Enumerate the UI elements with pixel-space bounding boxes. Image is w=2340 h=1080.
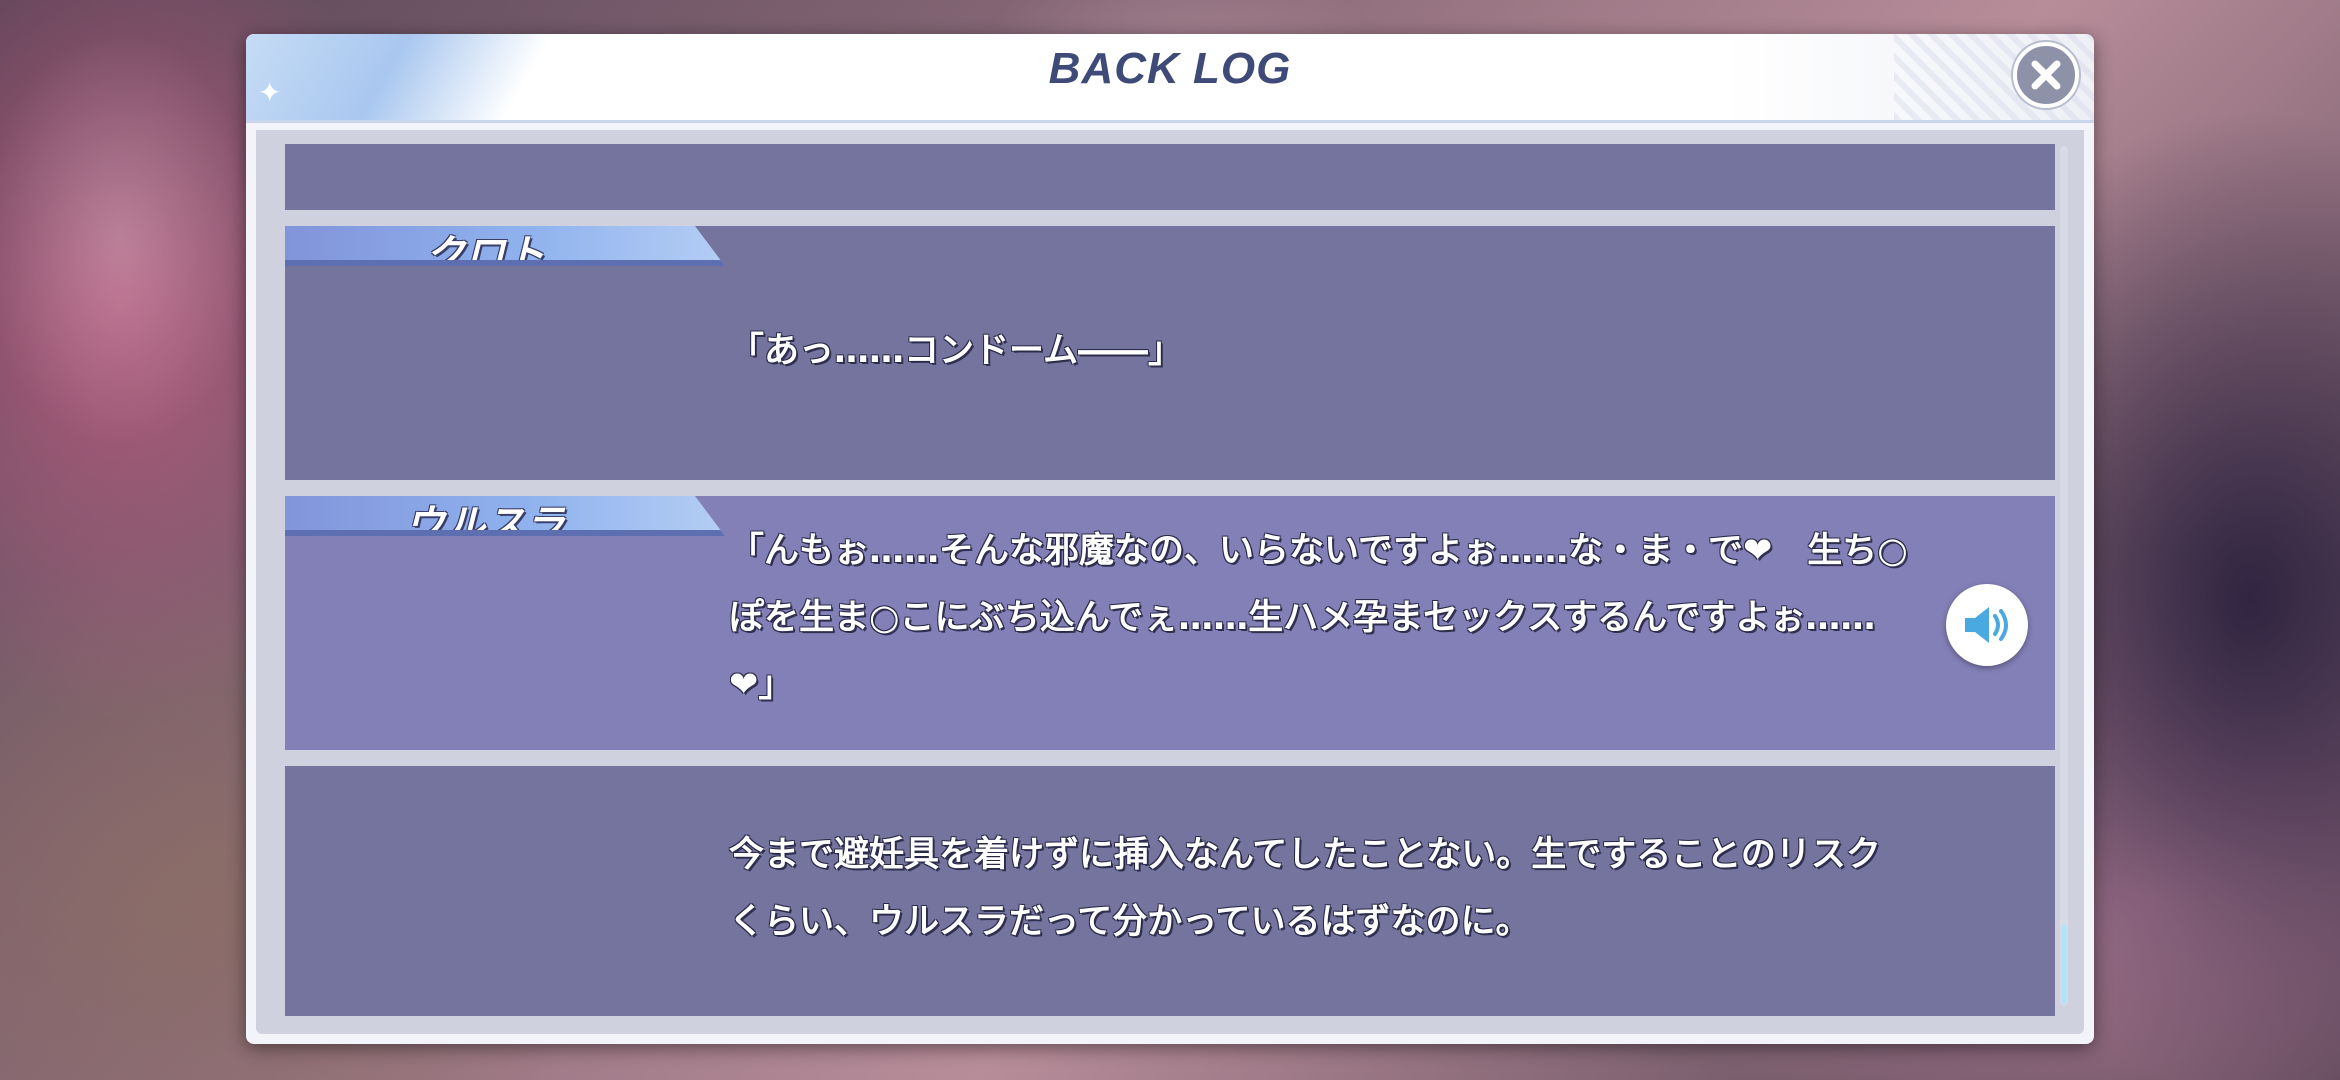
scrollbar-thumb[interactable] [2061,924,2067,1004]
speaker-name: ウルスラ [405,502,565,548]
speaker-nameplate: ウルスラ [285,496,725,536]
voice-replay-button[interactable] [1946,584,2028,666]
dialogue-text: 「んもぉ……そんな邪魔なの、いらないですよぉ……な・ま・で❤ 生ち○ぽを生ま○こ… [729,531,1908,705]
speaker-nameplate: クロト [285,226,725,266]
log-entry[interactable]: 今まで避妊具を着けずに挿入なんてしたことない。生ですることのリスクくらい、ウルス… [285,766,2055,1016]
log-entry[interactable] [285,144,2055,210]
close-icon [2031,60,2061,90]
close-button[interactable] [2013,42,2079,108]
speaker-name: クロト [425,232,545,278]
dialogue-text: 「あっ……コンドーム――」 [729,331,1183,371]
backlog-header: ✦ BACK LOG [246,34,2094,123]
speaker-icon [1965,607,2008,643]
dialogue-text: 今まで避妊具を着けずに挿入なんてしたことない。生ですることのリスクくらい、ウルス… [729,835,1881,942]
log-entry[interactable]: ウルスラ 「んもぉ……そんな邪魔なの、いらないですよぉ……な・ま・で❤ 生ち○ぽ… [285,496,2055,750]
log-entry[interactable]: クロト 「あっ……コンドーム――」 [285,226,2055,480]
scrollbar-track[interactable] [2060,146,2068,1006]
backlog-title: BACK LOG [1048,44,1292,93]
